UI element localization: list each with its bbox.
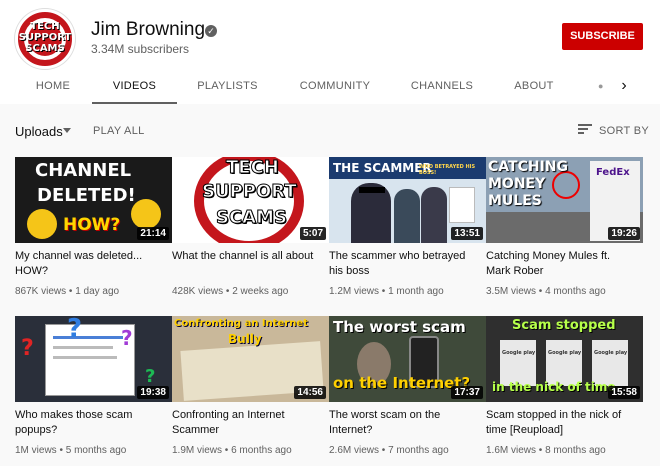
duration-badge: 19:38 xyxy=(137,386,169,399)
popup-line xyxy=(53,346,113,349)
uploads-dropdown[interactable]: Uploads xyxy=(15,124,63,139)
tab-playlists[interactable]: PLAYLISTS xyxy=(185,68,270,104)
channel-header: TECH SUPPORT SCAMS Jim Browning ✓ 3.34M su… xyxy=(0,0,660,104)
duration-badge: 14:56 xyxy=(294,386,326,399)
play-all-button[interactable]: PLAY ALL xyxy=(93,125,145,137)
video-meta: 1.6M views • 8 months ago xyxy=(486,445,606,456)
video-card[interactable]: Confronting an Internet Bully 14:56 Conf… xyxy=(172,316,329,466)
thumb-text: CHANNEL xyxy=(35,160,132,181)
video-title[interactable]: Who makes those scam popups? xyxy=(15,408,165,438)
thumb-text: Google play xyxy=(594,350,628,356)
video-meta: 867K views • 1 day ago xyxy=(15,286,120,297)
thumb-text: SCAMS xyxy=(216,207,288,229)
sort-lines-icon[interactable] xyxy=(578,124,592,135)
thumb-text: MONEY xyxy=(488,176,546,192)
video-meta: 1.2M views • 1 month ago xyxy=(329,286,444,297)
thumb-text: SUPPORT xyxy=(202,181,298,203)
popup-line xyxy=(53,356,117,359)
thumb-text: WHO BETRAYED HIS BOSS! xyxy=(419,164,476,176)
thumb-text: FedEx xyxy=(596,167,630,178)
tab-videos[interactable]: VIDEOS xyxy=(92,68,177,104)
thumb-text: Confronting an Internet xyxy=(174,318,308,329)
verified-check-icon: ✓ xyxy=(205,25,217,37)
filter-bar: Uploads PLAY ALL SORT BY xyxy=(0,104,660,156)
thumb-text: on the Internet? xyxy=(333,374,471,392)
video-meta: 3.5M views • 4 months ago xyxy=(486,286,606,297)
tab-channels[interactable]: CHANNELS xyxy=(398,68,486,104)
channel-name: Jim Browning xyxy=(91,19,206,40)
video-thumbnail[interactable]: FedEx CATCHING MONEY MULES 19:26 xyxy=(486,157,643,243)
video-thumbnail[interactable]: CHANNEL DELETED! HOW? 21:14 xyxy=(15,157,172,243)
duration-badge: 15:58 xyxy=(608,386,640,399)
video-card[interactable]: CHANNEL DELETED! HOW? 21:14 My channel w… xyxy=(15,157,172,307)
thumb-text: DELETED! xyxy=(37,185,136,206)
video-title[interactable]: Scam stopped in the nick of time [Reuplo… xyxy=(486,408,636,438)
video-title[interactable]: Confronting an Internet Scammer xyxy=(172,408,322,438)
video-meta: 428K views • 2 weeks ago xyxy=(172,286,289,297)
thumb-text: The worst scam xyxy=(333,318,466,336)
logo-card xyxy=(449,187,475,223)
censor-bar xyxy=(359,187,385,193)
thumb-text: MULES xyxy=(488,193,542,209)
thumb-text: HOW? xyxy=(63,215,121,235)
video-thumbnail[interactable]: TECH SUPPORT SCAMS 5:07 xyxy=(172,157,329,243)
duration-badge: 17:37 xyxy=(451,386,483,399)
channel-tabs: HOME VIDEOS PLAYLISTS COMMUNITY CHANNELS… xyxy=(0,68,660,104)
emoji-face-icon xyxy=(131,199,161,229)
video-thumbnail[interactable]: ? ? ? ? 19:38 xyxy=(15,316,172,402)
subscriber-count: 3.34M subscribers xyxy=(91,42,190,56)
sort-by-button[interactable]: SORT BY xyxy=(599,125,649,137)
video-meta: 1M views • 5 months ago xyxy=(15,445,127,456)
thumb-text: Google play xyxy=(548,350,582,356)
question-mark-icon: ? xyxy=(121,326,133,350)
person-figure xyxy=(421,187,447,243)
video-title[interactable]: Catching Money Mules ft. Mark Rober xyxy=(486,249,636,279)
video-card[interactable]: ? ? ? ? 19:38 Who makes those scam popup… xyxy=(15,316,172,466)
video-card[interactable]: THE SCAMMER WHO BETRAYED HIS BOSS! 13:51… xyxy=(329,157,486,307)
chevron-right-icon[interactable]: › xyxy=(612,74,636,98)
channel-avatar[interactable]: TECH SUPPORT SCAMS xyxy=(15,9,75,69)
video-card[interactable]: The worst scam on the Internet? 17:37 Th… xyxy=(329,316,486,466)
video-meta: 2.6M views • 7 months ago xyxy=(329,445,449,456)
search-tab-icon[interactable]: ● xyxy=(598,81,604,91)
question-mark-icon: ? xyxy=(21,336,34,361)
video-title[interactable]: What the channel is all about xyxy=(172,249,322,264)
tab-community[interactable]: COMMUNITY xyxy=(290,68,380,104)
thumb-text: THE SCAMMER xyxy=(333,161,432,175)
thumb-text: Google play xyxy=(502,350,536,356)
avatar-logo-text: TECH SUPPORT SCAMS xyxy=(18,21,72,54)
video-card[interactable]: TECH SUPPORT SCAMS 5:07 What the channel… xyxy=(172,157,329,307)
thumb-text: Bully xyxy=(228,332,262,346)
caret-down-icon[interactable] xyxy=(63,128,71,133)
video-title[interactable]: The scammer who betrayed his boss xyxy=(329,249,479,279)
question-mark-icon: ? xyxy=(67,316,83,344)
duration-badge: 13:51 xyxy=(451,227,483,240)
thumb-text: in the nick of time xyxy=(492,380,616,394)
question-mark-icon: ? xyxy=(145,366,156,387)
duration-badge: 5:07 xyxy=(299,227,326,240)
emoji-face-icon xyxy=(27,209,57,239)
duration-badge: 19:26 xyxy=(608,227,640,240)
video-card[interactable]: FedEx CATCHING MONEY MULES 19:26 Catchin… xyxy=(486,157,643,307)
video-thumbnail[interactable]: The worst scam on the Internet? 17:37 xyxy=(329,316,486,402)
thumb-text: CATCHING xyxy=(488,159,568,175)
video-card[interactable]: Google play Google play Google play Scam… xyxy=(486,316,643,466)
tab-home[interactable]: HOME xyxy=(22,68,84,104)
thumb-text: TECH xyxy=(226,157,280,179)
tab-about[interactable]: ABOUT xyxy=(503,68,565,104)
person-figure xyxy=(394,189,420,243)
video-title[interactable]: The worst scam on the Internet? xyxy=(329,408,479,438)
video-meta: 1.9M views • 6 months ago xyxy=(172,445,292,456)
video-thumbnail[interactable]: THE SCAMMER WHO BETRAYED HIS BOSS! 13:51 xyxy=(329,157,486,243)
highlight-circle xyxy=(552,171,580,199)
duration-badge: 21:14 xyxy=(137,227,169,240)
popup-line xyxy=(53,336,123,339)
video-title[interactable]: My channel was deleted... HOW? xyxy=(15,249,165,279)
video-thumbnail[interactable]: Confronting an Internet Bully 14:56 xyxy=(172,316,329,402)
subscribe-button[interactable]: SUBSCRIBE xyxy=(562,23,643,50)
video-thumbnail[interactable]: Google play Google play Google play Scam… xyxy=(486,316,643,402)
thumb-text: Scam stopped xyxy=(512,318,616,333)
